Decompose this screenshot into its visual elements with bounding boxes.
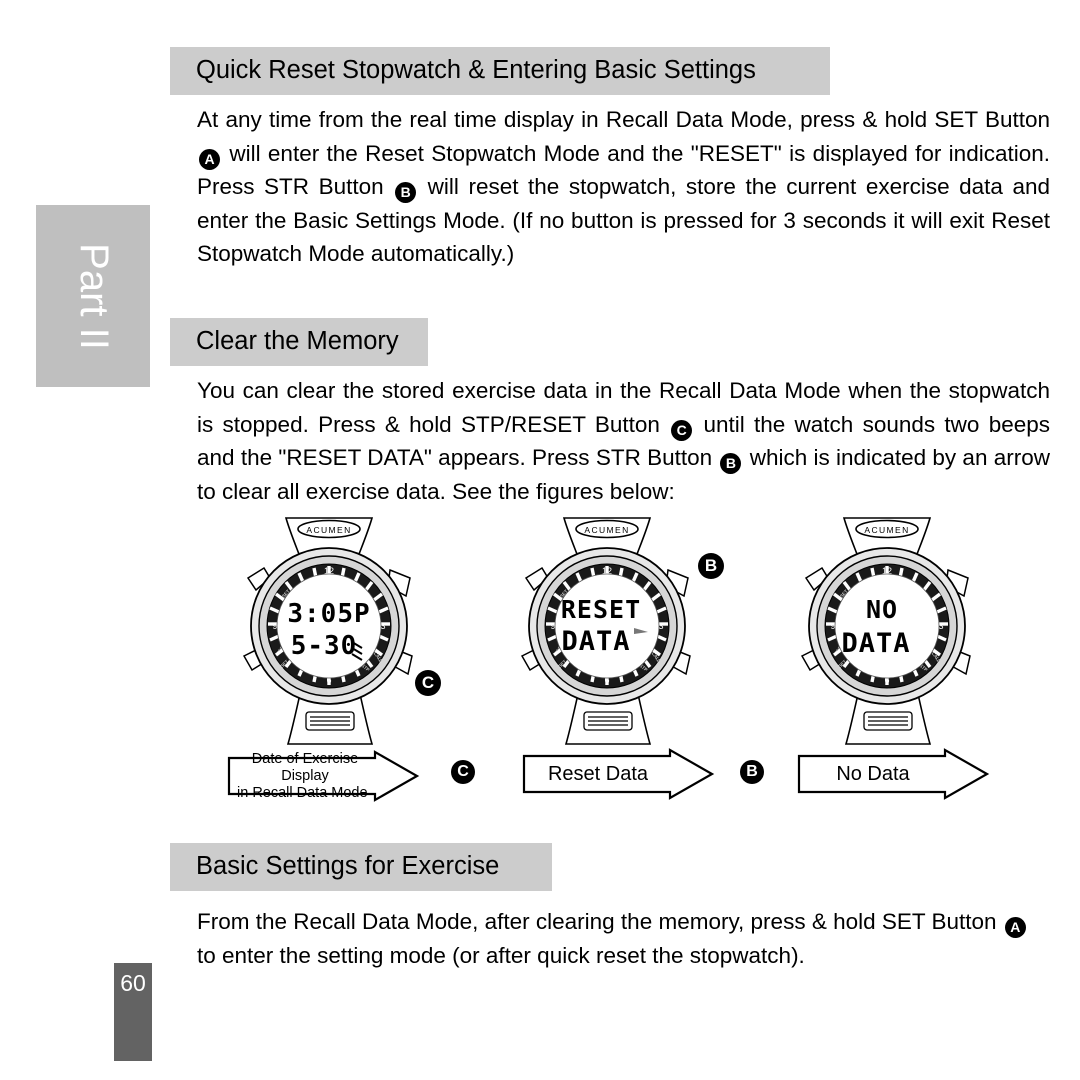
paragraph-quick-reset: At any time from the real time display i… (197, 103, 1050, 271)
page-content: Quick Reset Stopwatch & Entering Basic S… (170, 0, 1050, 1080)
button-badge-b-icon: B (720, 453, 742, 474)
watch-brand-label: ACUMEN (864, 525, 909, 535)
lcd-line-1: 3:05P (287, 599, 370, 629)
watch-brand-label: ACUMEN (584, 525, 629, 535)
section-heading-basic-settings: Basic Settings for Exercise (170, 843, 552, 891)
watch-figure-3: ACUMEN 12 3 6 9 SET RECALL STP MODE SET … (788, 516, 988, 746)
text-run: From the Recall Data Mode, after clearin… (197, 909, 1003, 934)
arrow-caption-line-2: in Recall Data Mode (237, 784, 368, 801)
arrow-caption-2: Reset Data (520, 748, 715, 800)
watch-brand-label: ACUMEN (306, 525, 351, 535)
page-number: 60 (114, 963, 152, 1061)
arrow-caption-line-1: No Data (836, 762, 910, 785)
lcd-line-2: DATA (561, 626, 630, 657)
button-badge-a-icon: A (1004, 917, 1026, 938)
button-badge-b-caption-icon: B (740, 760, 764, 784)
section-heading-quick-reset: Quick Reset Stopwatch & Entering Basic S… (170, 47, 830, 95)
lcd-line-2: DATA (841, 628, 910, 659)
lcd-line-2: 5-30 (291, 631, 358, 661)
button-badge-b-icon: B (395, 182, 417, 203)
part-tab-label: Part II (71, 242, 116, 350)
button-badge-c-caption-icon: C (451, 760, 475, 784)
arrow-caption-line-1: Reset Data (547, 762, 649, 785)
lcd-line-1: NO (866, 595, 898, 624)
paragraph-clear-memory: You can clear the stored exercise data i… (197, 374, 1050, 508)
arrow-caption-1: Date of Exercise Display in Recall Data … (225, 750, 420, 802)
lcd-line-1: RESET (561, 595, 641, 624)
arrow-caption-3: No Data (795, 748, 990, 800)
button-badge-c-icon: C (671, 419, 693, 441)
text-run: to enter the setting mode (or after quic… (197, 942, 805, 968)
watch-figure-2: ACUMEN 12 3 6 9 SET RECALL STP MODE SET … (508, 516, 708, 746)
paragraph-basic-settings: From the Recall Data Mode, after clearin… (197, 905, 1050, 972)
button-badge-a-icon: A (199, 148, 220, 170)
part-tab: Part II (36, 205, 150, 387)
text-run: At any time from the real time display i… (197, 107, 1050, 132)
button-badge-b-figure-icon: B (698, 553, 724, 579)
arrow-caption-line-1: Date of Exercise Display (251, 750, 359, 784)
section-heading-clear-memory: Clear the Memory (170, 318, 428, 366)
watch-figure-1: ACUMEN 12 3 6 9 SET RECALL STP MODE SET … (230, 516, 430, 746)
button-badge-c-figure-icon: C (415, 670, 441, 696)
